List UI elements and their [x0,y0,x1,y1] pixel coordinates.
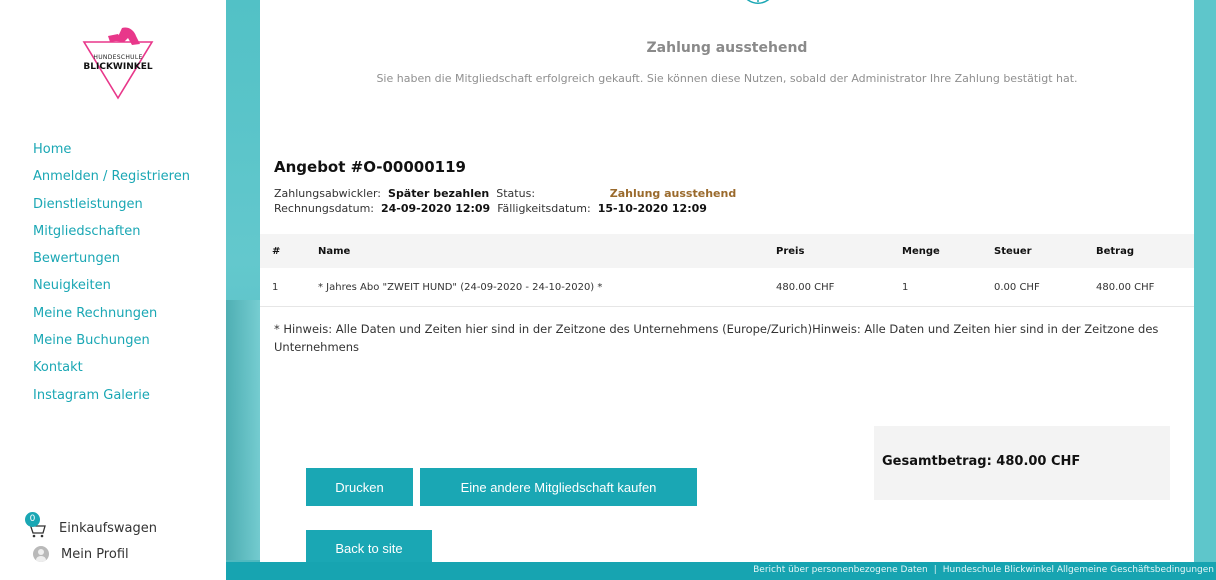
status-label: Status: [496,187,536,200]
col-header-amount: Betrag [1095,234,1194,268]
brand-logo[interactable]: HUNDESCHULE BLICKWINKEL [78,24,158,100]
back-to-site-button[interactable]: Back to site [306,530,432,566]
profile-link[interactable]: Mein Profil [33,546,129,562]
privacy-report-link[interactable]: Bericht über personenbezogene Daten [753,565,928,575]
col-header-price: Preis [775,234,901,268]
processor-label: Zahlungsabwickler: [274,187,382,200]
cell-quantity: 1 [901,268,993,307]
footer-links: Bericht über personenbezogene Daten | Hund… [753,565,1214,575]
user-avatar-icon [33,546,49,562]
invoice-date-value: 24-09-2020 12:09 [381,202,491,215]
table-header-row: # Name Preis Menge Steuer Betrag [260,234,1194,268]
status-clock-icon [746,0,770,4]
background-right-strip [1194,0,1216,580]
profile-label: Mein Profil [61,546,129,562]
col-header-number: # [260,234,317,268]
order-items-table: # Name Preis Menge Steuer Betrag 1 * Jah… [260,234,1194,307]
footer: Bericht über personenbezogene Daten | Hund… [226,562,1216,580]
nav-item-home[interactable]: Home [33,136,190,163]
nav-item-memberships[interactable]: Mitgliedschaften [33,218,190,245]
logo-text-line2: BLICKWINKEL [83,62,153,72]
logo-text-line1: HUNDESCHULE [93,54,143,61]
cart-count-badge: 0 [25,512,40,527]
cell-number: 1 [260,268,317,307]
terms-link[interactable]: Hundeschule Blickwinkel Allgemeine Gesch… [943,565,1214,575]
nav-item-contact[interactable]: Kontakt [33,354,190,381]
nav-item-my-bookings[interactable]: Meine Buchungen [33,327,190,354]
print-button[interactable]: Drucken [306,468,413,506]
status-message: Sie haben die Mitgliedschaft erfolgreich… [376,72,1078,85]
col-header-tax: Steuer [993,234,1095,268]
sidebar: HUNDESCHULE BLICKWINKEL Home Anmelden / … [0,0,226,580]
cell-tax: 0.00 CHF [993,268,1095,307]
status-value: Zahlung ausstehend [609,187,737,200]
order-card: Zahlung ausstehend Sie haben die Mitglie… [260,0,1194,566]
cart-label: Einkaufswagen [59,520,158,536]
status-title: Zahlung ausstehend [646,40,808,56]
timezone-note: * Hinweis: Alle Daten und Zeiten hier si… [274,322,1159,354]
background-photo [226,300,260,560]
col-header-quantity: Menge [901,234,993,268]
due-date-label: Fälligkeitsdatum: [497,202,591,215]
total-box: Gesamtbetrag: 480.00 CHF [874,426,1170,500]
nav-item-instagram-gallery[interactable]: Instagram Galerie [33,382,190,409]
main-navigation: Home Anmelden / Registrieren Dienstleist… [33,136,190,409]
cell-name: * Jahres Abo "ZWEIT HUND" (24-09-2020 - … [317,268,775,307]
nav-item-my-invoices[interactable]: Meine Rechnungen [33,300,190,327]
table-row: 1 * Jahres Abo "ZWEIT HUND" (24-09-2020 … [260,268,1194,307]
cell-amount: 480.00 CHF [1095,268,1194,307]
cell-price: 480.00 CHF [775,268,901,307]
processor-value: Später bezahlen [388,187,490,200]
due-date-value: 15-10-2020 12:09 [597,202,707,215]
nav-item-reviews[interactable]: Bewertungen [33,245,190,272]
col-header-name: Name [317,234,775,268]
offer-meta: Zahlungsabwickler: Später bezahlen Statu… [274,186,736,216]
offer-title: Angebot #O-00000119 [274,158,466,176]
nav-item-news[interactable]: Neuigkeiten [33,272,190,299]
footer-separator: | [933,565,937,575]
cart-link[interactable]: 0 Einkaufswagen [25,512,158,538]
buy-other-membership-button[interactable]: Eine andere Mitgliedschaft kaufen [420,468,697,506]
total-amount: Gesamtbetrag: 480.00 CHF [882,454,1081,469]
invoice-date-label: Rechnungsdatum: [274,202,374,215]
nav-item-services[interactable]: Dienstleistungen [33,191,190,218]
nav-item-login-register[interactable]: Anmelden / Registrieren [33,163,190,190]
